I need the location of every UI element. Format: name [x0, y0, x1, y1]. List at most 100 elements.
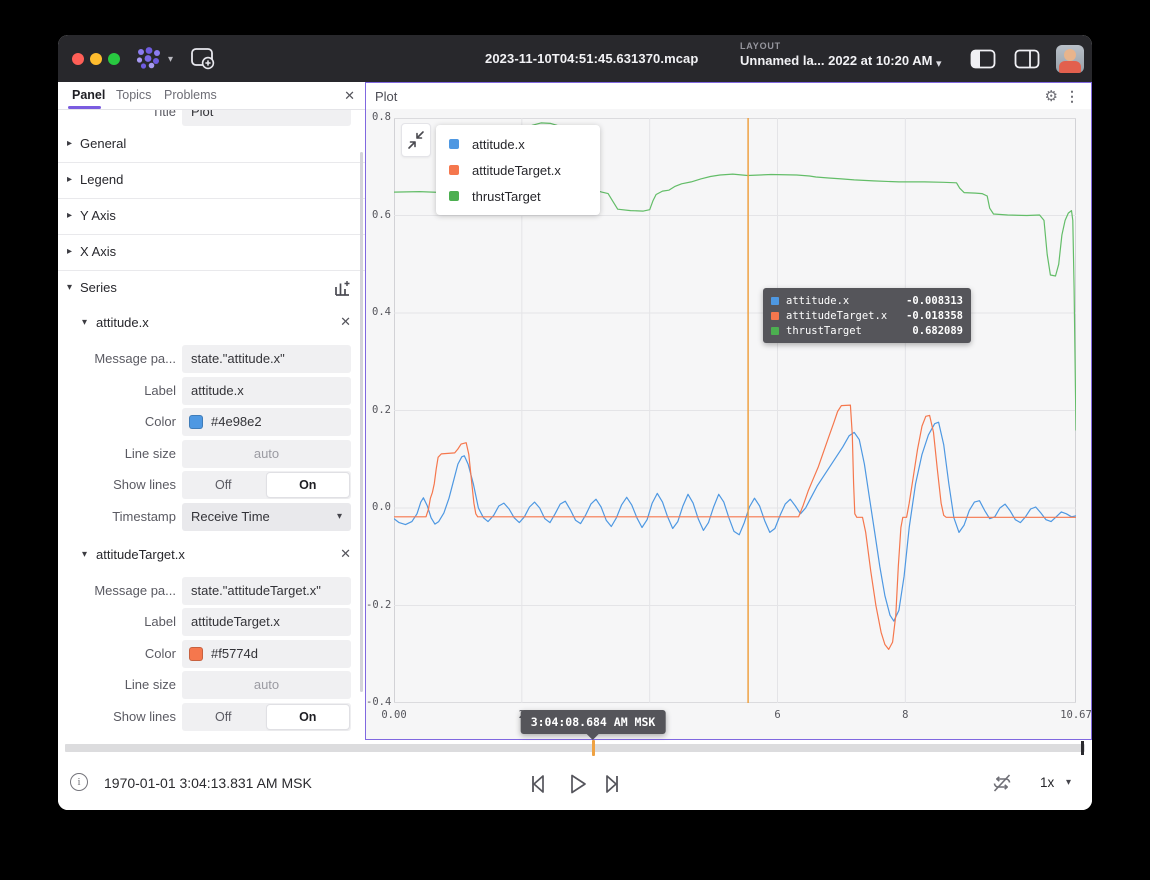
- add-panel-button[interactable]: [190, 47, 216, 70]
- y-axis-tick-label: 0.2: [366, 404, 391, 416]
- show-lines-on-button[interactable]: On: [267, 705, 350, 729]
- close-window-button[interactable]: [72, 53, 84, 65]
- plot-panel-title: Plot: [375, 89, 397, 104]
- color-hex: #4e98e2: [211, 414, 262, 429]
- show-lines-off-button[interactable]: Off: [182, 703, 265, 731]
- show-lines-toggle: Off On: [182, 471, 351, 499]
- seekbar-playhead[interactable]: [592, 740, 595, 756]
- series-editor-header-attitude-x[interactable]: ▾ attitude.x ✕: [58, 309, 365, 339]
- seek-forward-button[interactable]: [600, 771, 626, 797]
- show-lines-on-button[interactable]: On: [267, 473, 350, 497]
- data-source-title: 2023-11-10T04:51:45.631370.mcap: [485, 51, 698, 66]
- collapse-arrows-icon: [402, 124, 430, 156]
- section-label: X Axis: [80, 244, 116, 259]
- tab-topics[interactable]: Topics: [116, 82, 151, 110]
- section-x-axis[interactable]: ▸ X Axis: [58, 235, 365, 271]
- color-hex: #f5774d: [211, 646, 258, 661]
- y-axis-tick-label: 0.0: [366, 501, 391, 513]
- color-input[interactable]: #4e98e2: [182, 408, 351, 436]
- right-sidebar-toggle-button[interactable]: [1014, 49, 1040, 69]
- show-lines-toggle: Off On: [182, 703, 351, 731]
- line-size-label: Line size: [58, 671, 176, 699]
- section-series[interactable]: ▾ Series: [58, 271, 365, 307]
- seekbar-end-marker: [1081, 741, 1084, 755]
- tooltip-swatch: [771, 327, 779, 335]
- layout-switcher[interactable]: LAYOUT Unnamed la... 2022 at 10:20 AM: [740, 41, 932, 68]
- tooltip-series-name: attitudeTarget.x: [786, 310, 906, 322]
- caret-down-icon: ▾: [82, 317, 87, 328]
- section-legend[interactable]: ▸ Legend: [58, 163, 365, 199]
- section-y-axis[interactable]: ▸ Y Axis: [58, 199, 365, 235]
- plot-panel: Plot ⚙ ⋮ attitude.xattitudeTarget.xthrus…: [365, 82, 1092, 740]
- zoom-window-button[interactable]: [108, 53, 120, 65]
- legend-item-attitude.x[interactable]: attitude.x: [436, 131, 600, 157]
- color-swatch[interactable]: [189, 647, 203, 661]
- x-axis-tick-label: 6: [774, 709, 780, 721]
- avatar-face: [1064, 49, 1076, 61]
- layout-caption: LAYOUT: [740, 41, 932, 51]
- settings-sidebar: Title Plot Panel Topics Problems ✕ ▸ Gen…: [58, 82, 365, 740]
- layout-name: Unnamed la... 2022 at 10:20 AM: [740, 53, 932, 68]
- foxglove-logo-icon: [134, 46, 164, 70]
- legend-collapse-button[interactable]: [401, 123, 431, 157]
- main-area: Title Plot Panel Topics Problems ✕ ▸ Gen…: [58, 82, 1092, 740]
- color-input[interactable]: #f5774d: [182, 640, 351, 668]
- panel-settings-gear-icon[interactable]: ⚙: [1045, 87, 1058, 105]
- line-size-input[interactable]: auto: [182, 440, 351, 468]
- tab-problems[interactable]: Problems: [164, 82, 217, 110]
- series-editor-header-attitude-target-x[interactable]: ▾ attitudeTarget.x ✕: [58, 541, 365, 571]
- app-menu-chevron-icon[interactable]: ▾: [168, 54, 173, 65]
- info-icon[interactable]: i: [70, 773, 88, 791]
- section-label: General: [80, 136, 126, 151]
- legend-label: thrustTarget: [472, 189, 541, 204]
- panel-menu-kebab-icon[interactable]: ⋮: [1065, 88, 1079, 105]
- color-swatch[interactable]: [189, 415, 203, 429]
- tooltip-series-value: -0.008313: [906, 295, 963, 307]
- loop-off-icon[interactable]: [990, 771, 1014, 795]
- legend-item-thrustTarget[interactable]: thrustTarget: [436, 183, 600, 209]
- timestamp-value: Receive Time: [191, 509, 270, 524]
- x-axis-tick-label: 0.00: [381, 709, 406, 721]
- label-input[interactable]: attitude.x: [182, 377, 351, 405]
- tooltip-series-name: thrustTarget: [786, 325, 912, 337]
- tooltip-row: thrustTarget0.682089: [771, 323, 963, 338]
- section-label: Series: [80, 280, 117, 295]
- tooltip-row: attitude.x-0.008313: [771, 293, 963, 308]
- add-series-button[interactable]: [334, 280, 351, 297]
- label-input[interactable]: attitudeTarget.x: [182, 608, 351, 636]
- section-general[interactable]: ▸ General: [58, 127, 365, 163]
- seekbar-track[interactable]: [65, 744, 1085, 752]
- sidebar-scrollbar[interactable]: [360, 152, 363, 692]
- show-lines-off-button[interactable]: Off: [182, 471, 265, 499]
- line-size-input[interactable]: auto: [182, 671, 351, 699]
- seek-hover-time: 3:04:08.684 AM MSK: [531, 715, 656, 729]
- caret-right-icon: ▸: [67, 246, 72, 257]
- caret-down-icon: ▾: [67, 282, 72, 293]
- chevron-down-icon: ▾: [337, 503, 342, 531]
- left-sidebar-toggle-button[interactable]: [970, 49, 996, 69]
- app-window: ▾ 2023-11-10T04:51:45.631370.mcap LAYOUT…: [58, 35, 1092, 810]
- message-path-input[interactable]: state."attitude.x": [182, 345, 351, 373]
- playback-speed[interactable]: 1x: [1040, 775, 1054, 790]
- avatar-shirt: [1059, 61, 1081, 73]
- remove-series-icon[interactable]: ✕: [340, 314, 351, 330]
- message-path-input[interactable]: state."attitudeTarget.x": [182, 577, 351, 605]
- seek-backward-button[interactable]: [524, 771, 550, 797]
- line-size-label: Line size: [58, 440, 176, 468]
- layout-chevron-icon[interactable]: ▾: [936, 57, 942, 70]
- timestamp-select[interactable]: Receive Time ▾: [182, 503, 351, 531]
- legend-label: attitudeTarget.x: [472, 163, 561, 178]
- message-path-label: Message pa...: [58, 577, 176, 605]
- series-name: attitudeTarget.x: [96, 547, 185, 562]
- sidebar-close-icon[interactable]: ✕: [344, 88, 355, 104]
- caret-down-icon: ▾: [82, 549, 87, 560]
- legend-item-attitudeTarget.x[interactable]: attitudeTarget.x: [436, 157, 600, 183]
- user-avatar[interactable]: [1056, 45, 1084, 73]
- timestamp-label: Timestamp: [58, 503, 176, 531]
- minimize-window-button[interactable]: [90, 53, 102, 65]
- speed-chevron-icon[interactable]: ▾: [1066, 777, 1071, 788]
- plot-legend: attitude.x attitudeTarget.x thrustTarget: [436, 125, 600, 215]
- x-axis-tick-label: 10.67: [1060, 709, 1092, 721]
- play-button[interactable]: [564, 771, 590, 797]
- remove-series-icon[interactable]: ✕: [340, 546, 351, 562]
